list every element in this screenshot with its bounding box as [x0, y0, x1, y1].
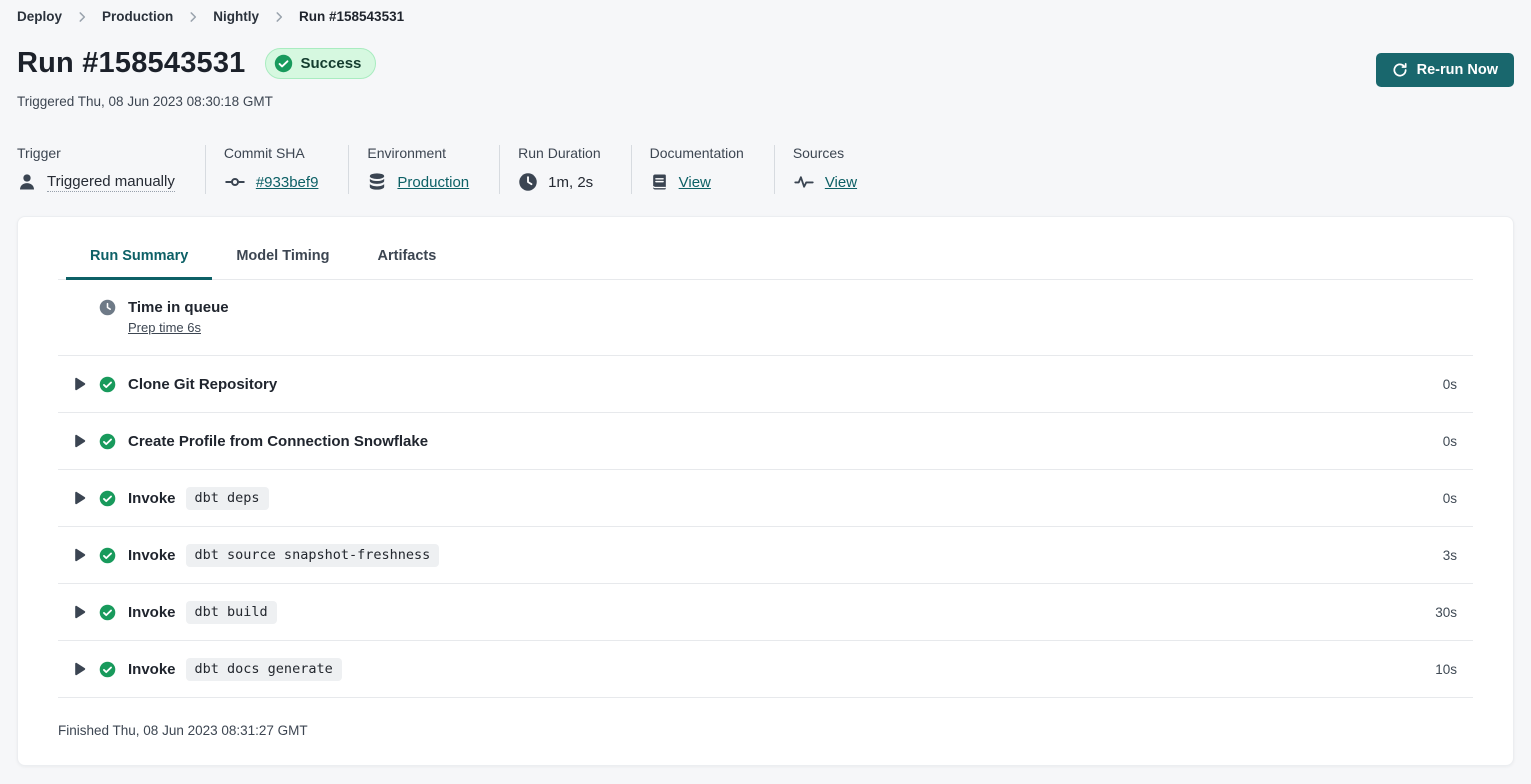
- expand-triangle-icon[interactable]: [74, 434, 86, 448]
- rerun-now-label: Re-run Now: [1417, 62, 1498, 78]
- step-duration: 10s: [1435, 662, 1473, 677]
- expand-triangle-icon[interactable]: [74, 662, 86, 676]
- status-badge: Success: [265, 48, 377, 79]
- finished-timestamp: Finished Thu, 08 Jun 2023 08:31:27 GMT: [58, 698, 1473, 765]
- time-in-queue-section: Time in queue Prep time 6s: [58, 280, 1473, 356]
- expand-triangle-icon[interactable]: [74, 548, 86, 562]
- expand-triangle-icon[interactable]: [74, 491, 86, 505]
- meta-trigger-label: Trigger: [17, 145, 175, 161]
- step-name: Clone Git Repository: [128, 376, 277, 393]
- rerun-now-button[interactable]: Re-run Now: [1376, 53, 1514, 87]
- meta-sources-label: Sources: [793, 145, 857, 161]
- step-name: Invoke: [128, 547, 176, 564]
- expand-triangle-icon[interactable]: [74, 605, 86, 619]
- meta-commit-sha: Commit SHA #933bef9: [224, 145, 331, 194]
- breadcrumb-deploy[interactable]: Deploy: [17, 9, 62, 24]
- step-name: Invoke: [128, 661, 176, 678]
- meta-documentation-link[interactable]: View: [679, 174, 711, 191]
- step-command-chip: dbt build: [186, 601, 277, 624]
- step-row-invoke-dbt-deps[interactable]: Invoke dbt deps 0s: [58, 470, 1473, 527]
- meta-environment: Environment Production: [367, 145, 481, 194]
- tab-model-timing[interactable]: Model Timing: [212, 237, 353, 280]
- meta-divider: [631, 145, 632, 194]
- run-meta-row: Trigger Triggered manually Commit SHA #9…: [17, 145, 1514, 194]
- tab-bar: Run Summary Model Timing Artifacts: [58, 237, 1473, 280]
- commit-icon: [224, 172, 246, 192]
- step-row-invoke-dbt-source-freshness[interactable]: Invoke dbt source snapshot-freshness 3s: [58, 527, 1473, 584]
- person-icon: [17, 172, 37, 192]
- queue-clock-icon: [99, 299, 116, 316]
- queue-title: Time in queue: [128, 299, 229, 316]
- meta-documentation: Documentation View: [650, 145, 756, 194]
- step-list: Clone Git Repository 0s Create Profile f…: [58, 356, 1473, 698]
- chevron-right-icon: [272, 10, 286, 24]
- meta-commit-label: Commit SHA: [224, 145, 319, 161]
- step-duration: 0s: [1443, 434, 1473, 449]
- prep-time-link[interactable]: Prep time 6s: [128, 320, 201, 335]
- book-icon: [650, 172, 669, 192]
- step-command-chip: dbt docs generate: [186, 658, 342, 681]
- clock-icon: [518, 172, 538, 192]
- step-name: Invoke: [128, 490, 176, 507]
- step-duration: 3s: [1443, 548, 1473, 563]
- step-duration: 30s: [1435, 605, 1473, 620]
- tab-run-summary[interactable]: Run Summary: [66, 237, 212, 280]
- meta-commit-link[interactable]: #933bef9: [256, 174, 319, 191]
- success-check-icon: [99, 661, 116, 678]
- success-check-icon: [99, 433, 116, 450]
- success-check-icon: [99, 604, 116, 621]
- breadcrumb: Deploy Production Nightly Run #158543531: [17, 0, 1514, 24]
- meta-divider: [499, 145, 500, 194]
- step-row-invoke-dbt-docs-generate[interactable]: Invoke dbt docs generate 10s: [58, 641, 1473, 698]
- step-duration: 0s: [1443, 491, 1473, 506]
- step-row-invoke-dbt-build[interactable]: Invoke dbt build 30s: [58, 584, 1473, 641]
- pulse-icon: [793, 172, 815, 192]
- breadcrumb-production[interactable]: Production: [102, 9, 173, 24]
- chevron-right-icon: [186, 10, 200, 24]
- step-row-create-profile[interactable]: Create Profile from Connection Snowflake…: [58, 413, 1473, 470]
- meta-run-duration: Run Duration 1m, 2s: [518, 145, 613, 194]
- meta-duration-value: 1m, 2s: [548, 174, 593, 191]
- refresh-icon: [1392, 62, 1408, 78]
- breadcrumb-nightly[interactable]: Nightly: [213, 9, 259, 24]
- step-command-chip: dbt source snapshot-freshness: [186, 544, 440, 567]
- meta-divider: [774, 145, 775, 194]
- check-circle-icon: [274, 54, 293, 73]
- breadcrumb-run-number: Run #158543531: [299, 9, 404, 24]
- status-badge-label: Success: [301, 55, 362, 72]
- chevron-right-icon: [75, 10, 89, 24]
- run-summary-card: Run Summary Model Timing Artifacts Time …: [17, 216, 1514, 766]
- triggered-timestamp: Triggered Thu, 08 Jun 2023 08:30:18 GMT: [17, 94, 1514, 109]
- expand-triangle-icon[interactable]: [74, 377, 86, 391]
- meta-duration-label: Run Duration: [518, 145, 601, 161]
- step-name: Invoke: [128, 604, 176, 621]
- meta-environment-link[interactable]: Production: [397, 174, 469, 191]
- success-check-icon: [99, 376, 116, 393]
- header-row: Run #158543531 Success Re-run Now: [17, 39, 1514, 87]
- step-name: Create Profile from Connection Snowflake: [128, 433, 428, 450]
- step-command-chip: dbt deps: [186, 487, 269, 510]
- meta-trigger: Trigger Triggered manually: [17, 145, 187, 194]
- meta-sources-link[interactable]: View: [825, 174, 857, 191]
- success-check-icon: [99, 490, 116, 507]
- meta-sources: Sources View: [793, 145, 869, 194]
- step-row-clone-git-repository[interactable]: Clone Git Repository 0s: [58, 356, 1473, 413]
- page-title: Run #158543531: [17, 47, 246, 80]
- meta-divider: [348, 145, 349, 194]
- meta-environment-label: Environment: [367, 145, 469, 161]
- meta-divider: [205, 145, 206, 194]
- meta-trigger-value[interactable]: Triggered manually: [47, 173, 175, 192]
- database-icon: [367, 172, 387, 192]
- tab-artifacts[interactable]: Artifacts: [354, 237, 461, 280]
- success-check-icon: [99, 547, 116, 564]
- run-detail-page: Deploy Production Nightly Run #158543531…: [0, 0, 1531, 766]
- step-duration: 0s: [1443, 377, 1473, 392]
- meta-documentation-label: Documentation: [650, 145, 744, 161]
